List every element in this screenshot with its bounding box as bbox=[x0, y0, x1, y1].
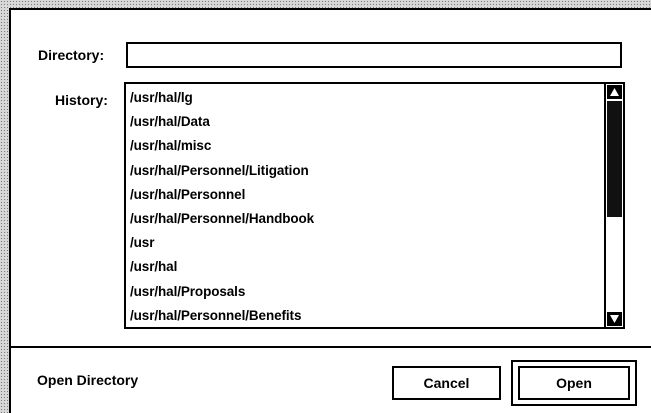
history-item[interactable]: /usr/hal/Personnel/Litigation bbox=[130, 159, 600, 183]
desktop-background-top bbox=[0, 0, 651, 8]
history-item[interactable]: /usr/hal/misc bbox=[130, 134, 600, 158]
history-scrollbar[interactable] bbox=[604, 84, 623, 327]
history-item[interactable]: /usr/hal bbox=[130, 255, 600, 279]
history-label: History: bbox=[55, 92, 108, 108]
footer-separator bbox=[11, 346, 651, 348]
triangle-up-icon bbox=[610, 88, 619, 96]
dialog-border-left bbox=[9, 8, 11, 413]
history-item[interactable]: /usr/hal/Data bbox=[130, 110, 600, 134]
status-text: Open Directory bbox=[37, 372, 139, 388]
history-item[interactable]: /usr/hal/Personnel/Handbook bbox=[130, 207, 600, 231]
history-item[interactable]: /usr/hal/Proposals bbox=[130, 280, 600, 304]
cancel-button[interactable]: Cancel bbox=[392, 366, 501, 400]
directory-input[interactable] bbox=[126, 42, 622, 68]
scroll-down-button[interactable] bbox=[607, 312, 622, 326]
scroll-up-button[interactable] bbox=[607, 85, 622, 99]
triangle-down-icon bbox=[610, 315, 619, 323]
history-item[interactable]: /usr/hal/lg bbox=[130, 86, 600, 110]
open-button[interactable]: Open bbox=[518, 366, 630, 400]
history-item[interactable]: /usr bbox=[130, 231, 600, 255]
scroll-thumb[interactable] bbox=[607, 101, 622, 217]
desktop-background-left bbox=[0, 0, 9, 413]
history-item[interactable]: /usr/hal/Personnel/Benefits bbox=[130, 304, 600, 328]
directory-label: Directory: bbox=[38, 47, 105, 63]
history-listbox[interactable]: /usr/hal/lg /usr/hal/Data /usr/hal/misc … bbox=[124, 82, 625, 329]
history-list: /usr/hal/lg /usr/hal/Data /usr/hal/misc … bbox=[130, 86, 600, 328]
history-item[interactable]: /usr/hal/Personnel bbox=[130, 183, 600, 207]
dialog-border-top bbox=[9, 8, 651, 10]
